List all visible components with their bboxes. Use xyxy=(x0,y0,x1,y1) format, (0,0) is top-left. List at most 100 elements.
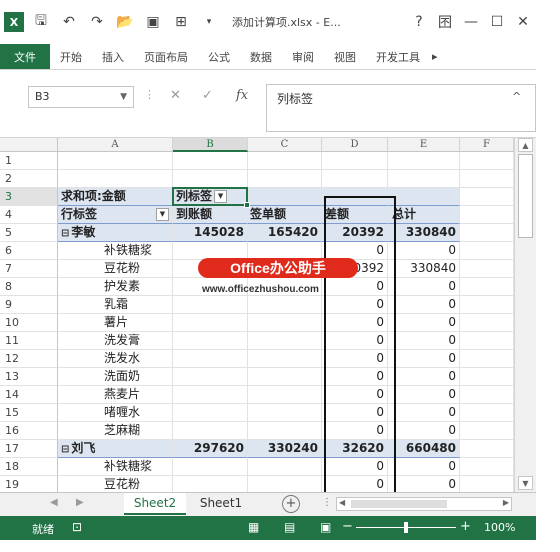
customize-toolbar-icon[interactable]: ▾ xyxy=(198,11,220,33)
column-header-e[interactable]: E xyxy=(388,138,460,152)
horizontal-scrollbar[interactable]: ◀ ▶ xyxy=(336,497,512,511)
cell-a15[interactable]: 啫喱水 xyxy=(58,404,173,422)
normal-view-icon[interactable]: ▦ xyxy=(248,520,259,534)
undo-icon[interactable]: ↶ xyxy=(58,11,80,33)
cell-c14[interactable] xyxy=(248,386,322,404)
row-header[interactable]: 7 xyxy=(0,260,58,278)
cell-d18[interactable]: 0 xyxy=(322,458,388,476)
cell-b2[interactable] xyxy=(173,170,248,188)
cell-e8[interactable]: 0 xyxy=(388,278,460,296)
cell-e13[interactable]: 0 xyxy=(388,368,460,386)
collapse-group-icon[interactable]: ⊟ xyxy=(61,228,69,239)
cell-b5[interactable]: 145028 xyxy=(173,224,248,242)
row-header[interactable]: 12 xyxy=(0,350,58,368)
sheet-tab-sheet1[interactable]: Sheet1 xyxy=(190,493,252,515)
cell-e5[interactable]: 330840 xyxy=(388,224,460,242)
cell-f12[interactable] xyxy=(460,350,514,368)
cell-a16[interactable]: 芝麻糊 xyxy=(58,422,173,440)
row-labels-filter-icon[interactable]: ▼ xyxy=(156,208,169,221)
cell-e1[interactable] xyxy=(388,152,460,170)
cell-c15[interactable] xyxy=(248,404,322,422)
cell-a4[interactable]: 行标签 ▼ xyxy=(58,206,173,224)
cell-b11[interactable] xyxy=(173,332,248,350)
sheet-tab-sheet2[interactable]: Sheet2 xyxy=(124,493,186,515)
quick-print-icon[interactable]: ⊞ xyxy=(170,11,192,33)
row-header[interactable]: 10 xyxy=(0,314,58,332)
row-header[interactable]: 15 xyxy=(0,404,58,422)
cell-d1[interactable] xyxy=(322,152,388,170)
cell-d4[interactable]: 差额 xyxy=(322,206,388,224)
save-icon[interactable]: 🖫 xyxy=(30,11,52,33)
cell-c12[interactable] xyxy=(248,350,322,368)
redo-icon[interactable]: ↷ xyxy=(86,11,108,33)
cell-f16[interactable] xyxy=(460,422,514,440)
row-header[interactable]: 1 xyxy=(0,152,58,170)
cell-b9[interactable] xyxy=(173,296,248,314)
cell-a17[interactable]: ⊟ 刘飞 xyxy=(58,440,173,458)
cell-b4[interactable]: 到账额 xyxy=(173,206,248,224)
cell-e17[interactable]: 660480 xyxy=(388,440,460,458)
cell-d10[interactable]: 0 xyxy=(322,314,388,332)
tab-file[interactable]: 文件 xyxy=(0,44,50,69)
tab-view[interactable]: 视图 xyxy=(324,44,366,69)
cell-d7[interactable]: 20392 xyxy=(322,260,388,278)
cell-c10[interactable] xyxy=(248,314,322,332)
cell-f8[interactable] xyxy=(460,278,514,296)
cell-e4[interactable]: 总计 xyxy=(388,206,460,224)
cell-e6[interactable]: 0 xyxy=(388,242,460,260)
cell-b15[interactable] xyxy=(173,404,248,422)
column-header-a[interactable]: A xyxy=(58,138,173,152)
row-header[interactable]: 18 xyxy=(0,458,58,476)
cell-c8[interactable] xyxy=(248,278,322,296)
cell-e16[interactable]: 0 xyxy=(388,422,460,440)
add-sheet-button[interactable]: + xyxy=(282,495,300,513)
cell-f4[interactable] xyxy=(460,206,514,224)
cell-f19[interactable] xyxy=(460,476,514,492)
cell-b16[interactable] xyxy=(173,422,248,440)
cell-e15[interactable]: 0 xyxy=(388,404,460,422)
horizontal-scroll-thumb[interactable] xyxy=(351,500,447,508)
cell-d12[interactable]: 0 xyxy=(322,350,388,368)
save-as-icon[interactable]: ▣ xyxy=(142,11,164,33)
row-header[interactable]: 16 xyxy=(0,422,58,440)
column-header-d[interactable]: D xyxy=(322,138,388,152)
cell-a19[interactable]: 豆花粉 xyxy=(58,476,173,492)
cell-f13[interactable] xyxy=(460,368,514,386)
zoom-slider-handle[interactable] xyxy=(404,522,408,533)
cell-a1[interactable] xyxy=(58,152,173,170)
row-header[interactable]: 3 xyxy=(0,188,58,206)
cell-d5[interactable]: 20392 xyxy=(322,224,388,242)
cell-e10[interactable]: 0 xyxy=(388,314,460,332)
cell-a10[interactable]: 薯片 xyxy=(58,314,173,332)
cell-b19[interactable] xyxy=(173,476,248,492)
cell-f1[interactable] xyxy=(460,152,514,170)
cell-d19[interactable]: 0 xyxy=(322,476,388,492)
row-header[interactable]: 19 xyxy=(0,476,58,492)
scroll-right-icon[interactable]: ▶ xyxy=(503,498,509,507)
row-header[interactable]: 5 xyxy=(0,224,58,242)
row-header[interactable]: 13 xyxy=(0,368,58,386)
collapse-group-icon[interactable]: ⊟ xyxy=(61,444,69,455)
cell-f14[interactable] xyxy=(460,386,514,404)
cell-e11[interactable]: 0 xyxy=(388,332,460,350)
macro-record-icon[interactable]: ⊡ xyxy=(72,520,82,534)
expand-formula-bar-icon[interactable]: ^ xyxy=(512,90,521,103)
cell-a6[interactable]: 补铁糖浆 xyxy=(58,242,173,260)
cancel-entry-icon[interactable]: ✕ xyxy=(170,88,181,103)
next-sheet-icon[interactable]: ▶ xyxy=(76,497,84,508)
cell-f2[interactable] xyxy=(460,170,514,188)
row-header[interactable]: 11 xyxy=(0,332,58,350)
cell-e12[interactable]: 0 xyxy=(388,350,460,368)
cell-f18[interactable] xyxy=(460,458,514,476)
cell-c16[interactable] xyxy=(248,422,322,440)
cell-a2[interactable] xyxy=(58,170,173,188)
close-button[interactable]: ✕ xyxy=(510,14,536,30)
cell-c9[interactable] xyxy=(248,296,322,314)
cell-e3[interactable] xyxy=(388,188,460,206)
cell-d17[interactable]: 32620 xyxy=(322,440,388,458)
row-header[interactable]: 6 xyxy=(0,242,58,260)
cell-d11[interactable]: 0 xyxy=(322,332,388,350)
cell-b1[interactable] xyxy=(173,152,248,170)
cell-e7[interactable]: 330840 xyxy=(388,260,460,278)
column-header-c[interactable]: C xyxy=(248,138,322,152)
